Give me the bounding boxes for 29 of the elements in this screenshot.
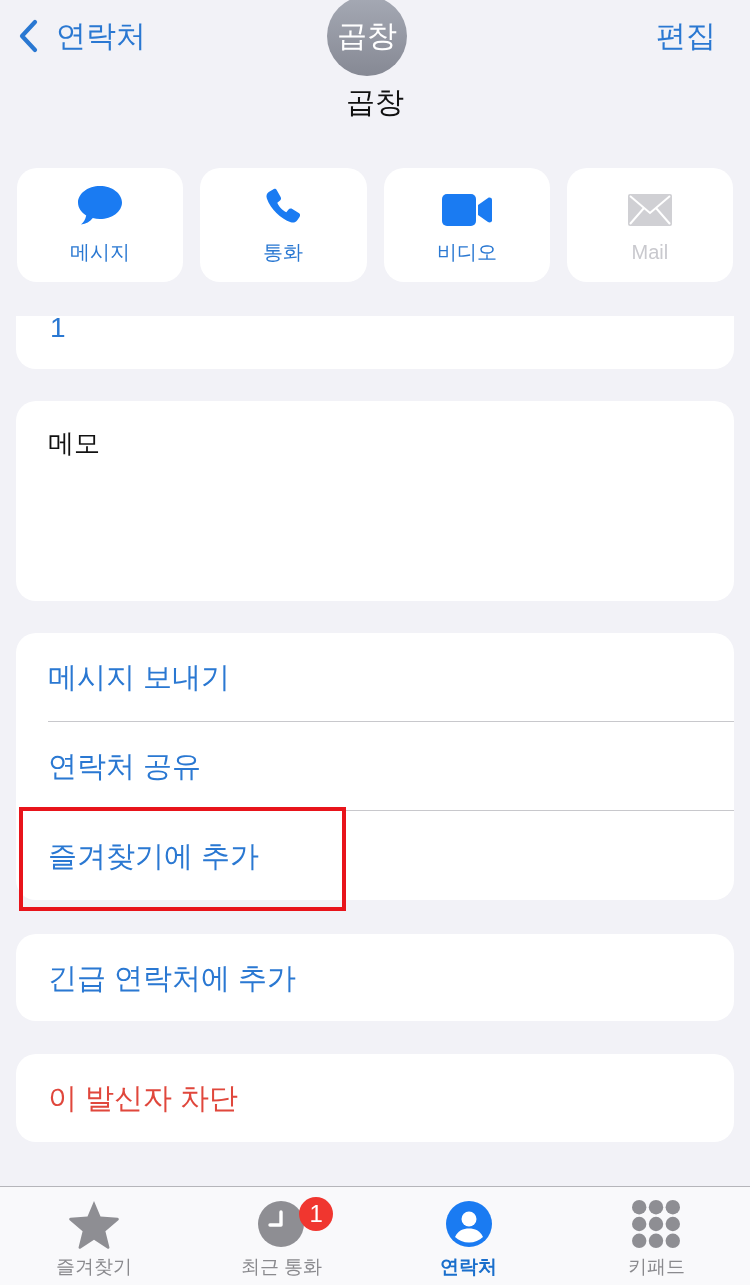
avatar-initials: 곱창 — [327, 0, 407, 76]
keypad-tab[interactable]: 키패드 — [562, 1187, 750, 1285]
speech-bubble-icon — [77, 184, 124, 226]
block-caller-item[interactable]: 이 발신자 차단 — [48, 1080, 239, 1116]
action-item[interactable]: 즐겨찾기에 추가 — [48, 837, 260, 874]
contact-name: 곱창 — [346, 85, 404, 120]
clock-icon — [258, 1201, 305, 1247]
message-action-button[interactable]: 메시지 — [17, 168, 184, 282]
star-icon — [67, 1199, 120, 1249]
emergency-contact-item[interactable]: 긴급 연락처에 추가 — [48, 959, 297, 996]
phone-number[interactable]: 1 — [50, 316, 66, 340]
back-label: 연락처 — [56, 18, 146, 54]
action-item[interactable]: 메시지 보내기 — [48, 659, 231, 695]
envelope-icon — [627, 194, 672, 226]
video-action-button[interactable]: 비디오 — [383, 168, 550, 282]
edit-button[interactable]: 편집 — [656, 18, 716, 54]
action-item[interactable]: 연락처 공유 — [48, 748, 202, 784]
video-camera-icon — [441, 194, 492, 226]
call-action-button[interactable]: 통화 — [200, 168, 367, 282]
back-button[interactable]: 연락처 — [18, 18, 146, 54]
keypad-icon — [632, 1200, 681, 1248]
person-circle-icon — [445, 1201, 492, 1247]
phone-icon — [264, 186, 303, 226]
notification-badge: 1 — [299, 1197, 334, 1231]
favorites-tab[interactable]: 즐겨찾기 — [0, 1187, 188, 1285]
notes-label: 메모 — [48, 428, 100, 458]
contacts-tab[interactable]: 연락처 — [375, 1187, 563, 1285]
chevron-left-icon — [18, 19, 38, 53]
recents-tab[interactable]: 1 최근 통화 — [187, 1187, 375, 1285]
